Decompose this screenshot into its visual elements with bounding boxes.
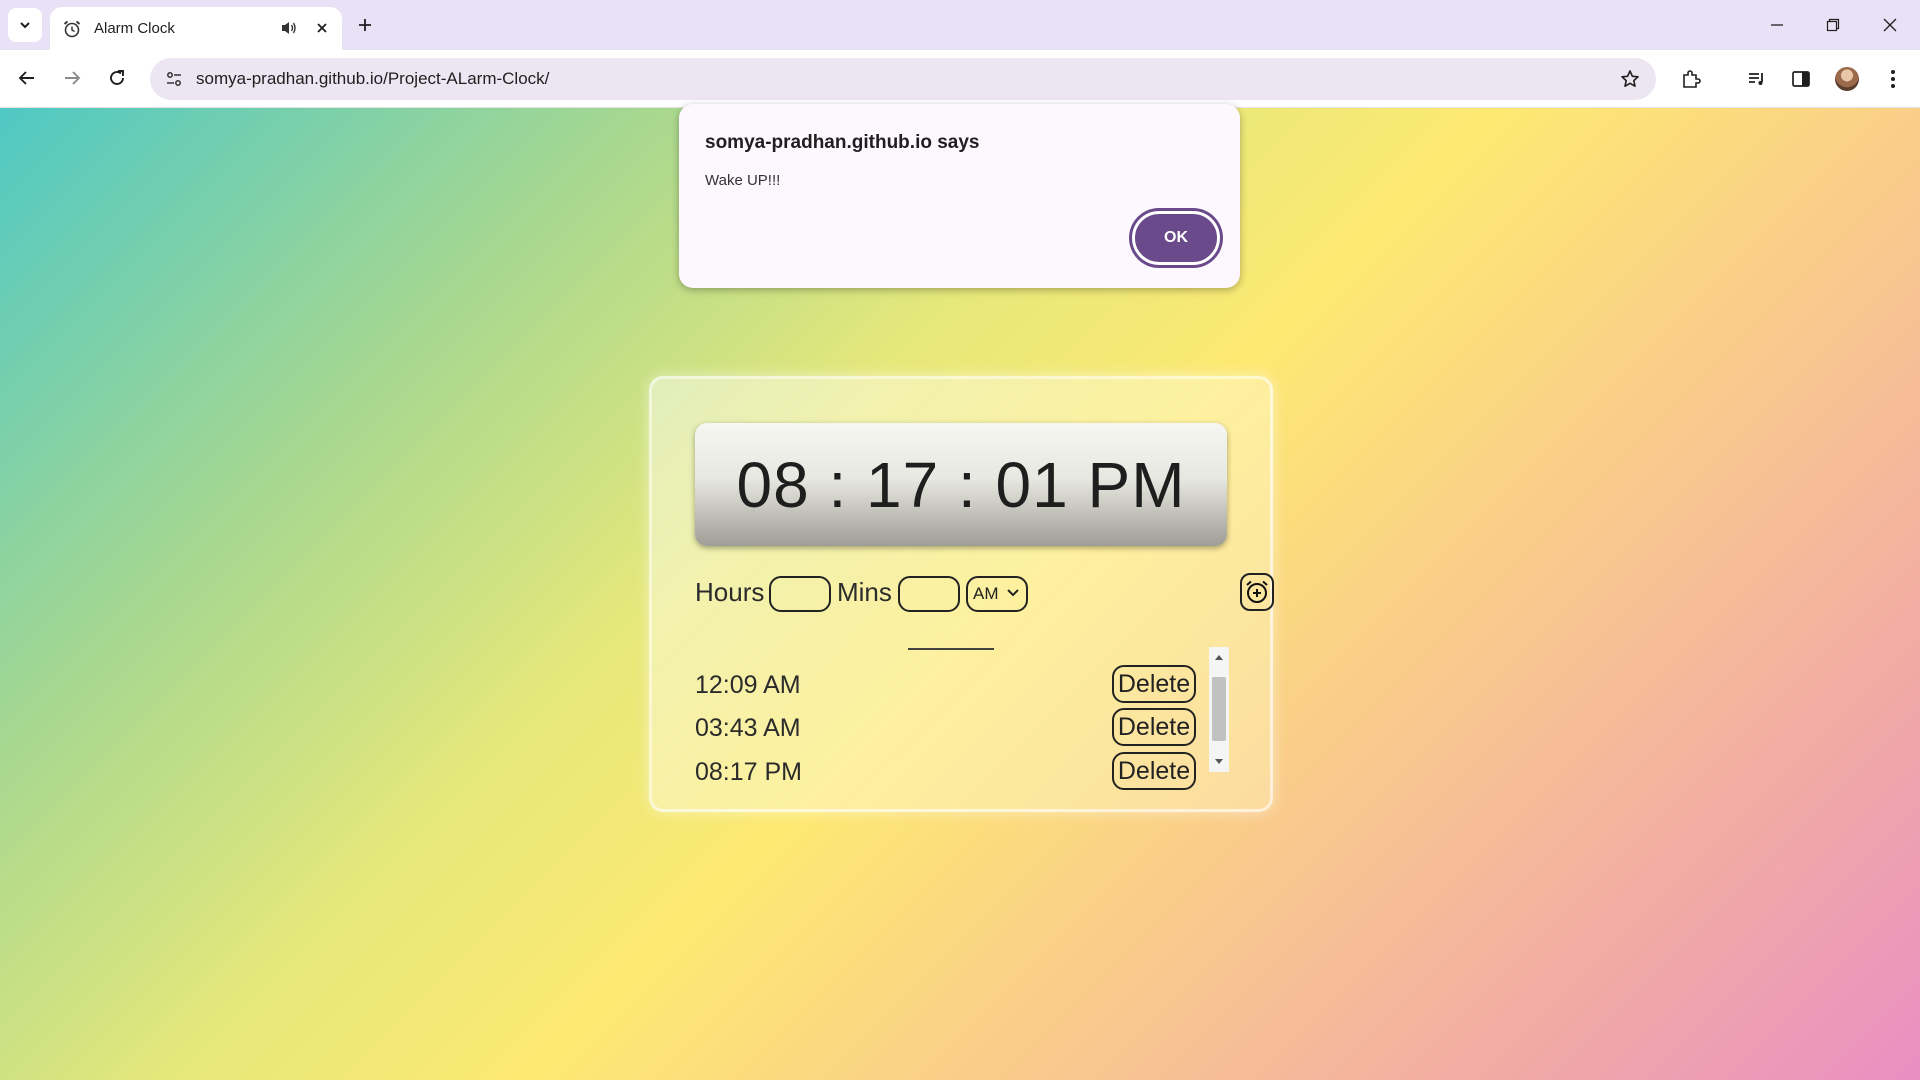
restore-button[interactable] bbox=[1818, 10, 1848, 40]
alarm-time: 12:09 AM bbox=[695, 671, 801, 699]
mins-input[interactable] bbox=[898, 576, 960, 612]
delete-alarm-button[interactable]: Delete bbox=[1112, 752, 1196, 790]
active-tab[interactable]: Alarm Clock bbox=[50, 7, 342, 50]
scroll-down-arrow-icon[interactable] bbox=[1209, 754, 1229, 770]
alert-dialog: somya-pradhan.github.io says Wake UP!!! … bbox=[679, 104, 1240, 288]
chevron-down-icon bbox=[20, 22, 30, 29]
alarm-add-icon bbox=[1246, 580, 1268, 603]
chevron-down-icon bbox=[1007, 589, 1019, 597]
ampm-selected-value: AM bbox=[973, 584, 999, 603]
ampm-select[interactable]: AM bbox=[966, 576, 1028, 612]
alarm-controls: Hours Mins AM bbox=[695, 573, 1274, 613]
ok-button[interactable]: OK bbox=[1132, 211, 1220, 265]
hours-input[interactable] bbox=[769, 576, 831, 612]
alarm-time: 08:17 PM bbox=[695, 758, 803, 786]
restore-icon bbox=[1826, 18, 1840, 32]
clock-time: 08 : 17 : 01 PM bbox=[736, 448, 1186, 521]
tab-search-button[interactable] bbox=[8, 8, 42, 42]
scroll-up-arrow-icon[interactable] bbox=[1209, 649, 1229, 665]
reload-button[interactable] bbox=[100, 61, 134, 95]
address-bar[interactable]: somya-pradhan.github.io/Project-ALarm-Cl… bbox=[150, 58, 1656, 100]
close-icon bbox=[1883, 18, 1897, 32]
reload-icon bbox=[110, 70, 124, 85]
dialog-title: somya-pradhan.github.io says bbox=[705, 132, 980, 153]
url-text: somya-pradhan.github.io/Project-ALarm-Cl… bbox=[196, 69, 550, 88]
alarm-item: 03:43 AM Delete bbox=[695, 708, 1196, 748]
puzzle-icon bbox=[1683, 70, 1701, 88]
speaker-icon[interactable] bbox=[280, 20, 298, 41]
hours-label: Hours bbox=[695, 577, 765, 607]
alarm-time: 03:43 AM bbox=[695, 714, 801, 742]
media-queue-icon bbox=[1749, 73, 1763, 85]
new-tab-button[interactable] bbox=[352, 12, 378, 38]
back-button[interactable] bbox=[10, 61, 44, 95]
clock-display: 08 : 17 : 01 PM bbox=[695, 423, 1227, 546]
alarm-item: 12:09 AM Delete bbox=[695, 665, 1196, 705]
alarm-clock-icon bbox=[63, 20, 81, 37]
browser-toolbar: somya-pradhan.github.io/Project-ALarm-Cl… bbox=[0, 50, 1920, 108]
minimize-icon bbox=[1771, 24, 1783, 26]
tab-strip: Alarm Clock bbox=[0, 0, 1920, 50]
scroll-thumb[interactable] bbox=[1212, 677, 1226, 741]
add-alarm-button[interactable] bbox=[1240, 573, 1274, 611]
forward-arrow-icon bbox=[65, 71, 81, 85]
close-window-button[interactable] bbox=[1875, 10, 1905, 40]
tab-title: Alarm Clock bbox=[94, 20, 175, 37]
delete-alarm-button[interactable]: Delete bbox=[1112, 708, 1196, 746]
site-info-icon[interactable] bbox=[162, 67, 186, 91]
side-panel-icon bbox=[1792, 71, 1810, 87]
close-tab-icon[interactable] bbox=[312, 18, 332, 38]
extensions-button[interactable] bbox=[1674, 62, 1708, 96]
media-controls-button[interactable] bbox=[1740, 62, 1774, 96]
bookmark-star-icon[interactable] bbox=[1618, 67, 1642, 91]
profile-button[interactable] bbox=[1830, 62, 1864, 96]
mins-label: Mins bbox=[837, 577, 892, 607]
alarm-list-scrollbar[interactable] bbox=[1209, 647, 1229, 772]
alarm-card: 08 : 17 : 01 PM Hours Mins AM 12:09 AM D… bbox=[649, 376, 1274, 812]
menu-button[interactable] bbox=[1876, 62, 1910, 96]
forward-button[interactable] bbox=[55, 61, 89, 95]
back-arrow-icon bbox=[18, 71, 34, 85]
alarm-item: 08:17 PM Delete bbox=[695, 752, 1196, 792]
dialog-message: Wake UP!!! bbox=[705, 172, 781, 189]
list-divider bbox=[908, 648, 994, 650]
kebab-menu-icon bbox=[1891, 70, 1895, 88]
side-panel-button[interactable] bbox=[1784, 62, 1818, 96]
minimize-button[interactable] bbox=[1762, 10, 1792, 40]
avatar bbox=[1835, 67, 1859, 91]
delete-alarm-button[interactable]: Delete bbox=[1112, 665, 1196, 703]
plus-icon bbox=[359, 19, 371, 31]
